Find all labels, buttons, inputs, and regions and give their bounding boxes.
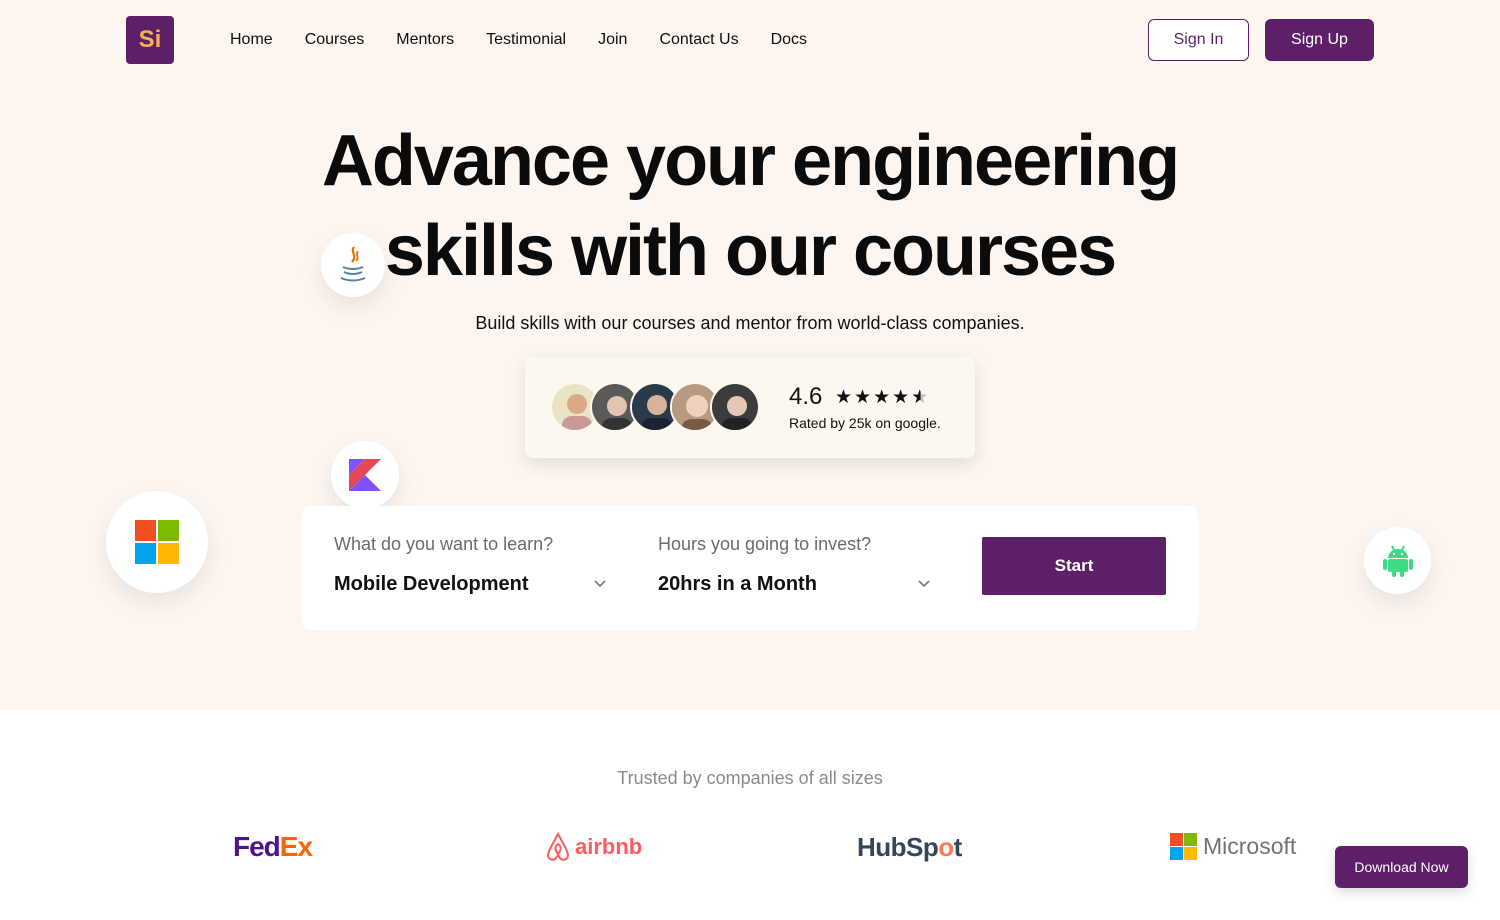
nav-home[interactable]: Home bbox=[230, 30, 273, 50]
hero-subtitle: Build skills with our courses and mentor… bbox=[475, 313, 1025, 333]
sign-up-button[interactable]: Sign Up bbox=[1265, 19, 1374, 61]
fedex-logo-ex: Ex bbox=[279, 831, 313, 862]
star-icon: ★ bbox=[873, 387, 893, 408]
fedex-logo: FedEx bbox=[233, 831, 313, 863]
microsoft-logo-icon bbox=[1170, 833, 1197, 860]
nav-join[interactable]: Join bbox=[598, 30, 627, 50]
site-logo[interactable]: Si bbox=[126, 16, 174, 64]
start-button[interactable]: Start bbox=[982, 537, 1166, 595]
hubspot-logo-o: o bbox=[938, 832, 954, 862]
trusted-heading: Trusted by companies of all sizes bbox=[617, 768, 883, 788]
rating-value: 4.6 bbox=[789, 383, 823, 410]
nav-testimonial[interactable]: Testimonial bbox=[486, 30, 566, 50]
microsoft-logo-text: Microsoft bbox=[1203, 833, 1297, 859]
kotlin-icon bbox=[331, 441, 399, 509]
download-now-button[interactable]: Download Now bbox=[1335, 846, 1468, 888]
rating-caption: Rated by 25k on google. bbox=[789, 415, 941, 431]
microsoft-logo: Microsoft bbox=[1170, 833, 1296, 860]
microsoft-icon bbox=[106, 491, 208, 593]
java-icon bbox=[321, 233, 385, 297]
chevron-down-icon[interactable] bbox=[916, 576, 932, 592]
rating-card: 4.6 ★★★★★ Rated by 25k on google. bbox=[525, 357, 975, 458]
hubspot-logo-a: HubSp bbox=[857, 832, 939, 862]
star-icon: ★ bbox=[911, 387, 931, 408]
airbnb-logo-text: airbnb bbox=[575, 834, 643, 859]
headline-line-2: skills with our courses bbox=[384, 211, 1117, 291]
hours-select[interactable]: 20hrs in a Month bbox=[658, 573, 817, 596]
hubspot-logo: HubSpot bbox=[857, 832, 962, 863]
chevron-down-icon[interactable] bbox=[592, 576, 608, 592]
star-rating: ★★★★★ bbox=[835, 386, 930, 409]
airbnb-logo: airbnb bbox=[545, 832, 642, 862]
airbnb-icon bbox=[546, 832, 570, 861]
learn-select[interactable]: Mobile Development bbox=[334, 573, 528, 596]
nav-mentors[interactable]: Mentors bbox=[396, 30, 454, 50]
main-nav: Home Courses Mentors Testimonial Join Co… bbox=[230, 30, 807, 50]
hero-headline: Advance your engineering skills with our… bbox=[250, 116, 1250, 296]
hubspot-logo-b: t bbox=[953, 832, 963, 862]
hours-label: Hours you going to invest? bbox=[658, 534, 872, 554]
headline-line-1: Advance your engineering bbox=[321, 121, 1180, 201]
logo-text: Si bbox=[138, 26, 162, 53]
star-icon: ★ bbox=[835, 387, 855, 408]
star-icon: ★ bbox=[892, 387, 912, 408]
avatar bbox=[710, 382, 760, 432]
sign-in-button[interactable]: Sign In bbox=[1148, 19, 1249, 61]
nav-docs[interactable]: Docs bbox=[771, 30, 807, 50]
star-icon: ★ bbox=[854, 387, 874, 408]
nav-contact-us[interactable]: Contact Us bbox=[659, 30, 738, 50]
nav-courses[interactable]: Courses bbox=[305, 30, 365, 50]
avatar-group bbox=[550, 382, 760, 432]
android-icon bbox=[1364, 527, 1431, 594]
learn-label: What do you want to learn? bbox=[334, 534, 554, 554]
course-search-panel: What do you want to learn? Mobile Develo… bbox=[302, 506, 1198, 630]
fedex-logo-fed: Fed bbox=[233, 831, 281, 862]
